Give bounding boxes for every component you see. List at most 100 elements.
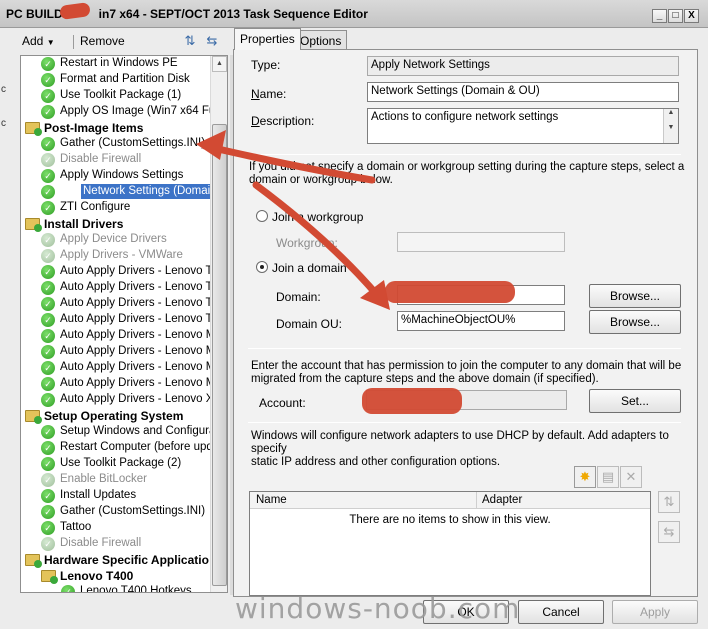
- workgroup-radio-label[interactable]: Join a workgroup: [272, 210, 363, 224]
- move-up-icon[interactable]: ⇅: [182, 33, 198, 49]
- type-label: Type:: [251, 58, 281, 72]
- tree-item-label: Gather (CustomSettings.INI): [60, 137, 206, 149]
- tree-item[interactable]: ✓ Network Settings (Domain & OU: [21, 184, 227, 200]
- tree-item[interactable]: ✓ Disable Firewall: [21, 536, 209, 552]
- tree-item-label: Enable BitLocker: [60, 473, 147, 485]
- workgroup-label: Workgroup:: [276, 236, 338, 250]
- set-account-button[interactable]: Set...: [589, 389, 681, 413]
- maximize-button[interactable]: □: [668, 9, 683, 23]
- adapter-list[interactable]: Name Adapter There are no items to show …: [249, 491, 651, 596]
- tree-item[interactable]: ✓ Auto Apply Drivers - Lenovo M: [21, 328, 215, 344]
- tree-item-label: Install Updates: [60, 489, 137, 501]
- adapter-properties-icon[interactable]: ▤: [597, 466, 619, 488]
- tree-item[interactable]: ✓ ZTI Configure: [21, 200, 209, 216]
- tree-item-label: Restart Computer (before upda: [60, 441, 220, 453]
- tree-item[interactable]: ✓ Enable BitLocker: [21, 472, 209, 488]
- tree-item[interactable]: ✓ Use Toolkit Package (2): [21, 456, 209, 472]
- tree-item[interactable]: ✓ Apply OS Image (Win7 x64 Ful: [21, 104, 218, 120]
- tree-item[interactable]: ✓ Apply Device Drivers: [21, 232, 209, 248]
- tree-item[interactable]: ✓ Auto Apply Drivers - Lenovo X2: [21, 392, 220, 408]
- tree-group[interactable]: Post-Image Items: [21, 120, 209, 136]
- tree-group[interactable]: Install Drivers: [21, 216, 209, 232]
- checkmark-icon: ✓: [41, 169, 55, 183]
- empty-list-message: There are no items to show in this view.: [349, 514, 551, 526]
- tree-item-label: Auto Apply Drivers - Lenovo T4: [60, 297, 219, 309]
- tree-item[interactable]: ✓ Auto Apply Drivers - Lenovo M: [21, 360, 215, 376]
- tree-group[interactable]: Setup Operating System: [21, 408, 209, 424]
- description-scrollbar[interactable]: ▲ ▼: [663, 109, 678, 143]
- tree-item-label: Apply Windows Settings: [60, 169, 184, 181]
- domain-radio-label[interactable]: Join a domain: [272, 261, 347, 275]
- scroll-thumb[interactable]: [212, 124, 227, 586]
- workgroup-radio[interactable]: [256, 210, 268, 222]
- checkmark-icon: ✓: [41, 361, 55, 375]
- tree-item[interactable]: ✓ Lenovo T400 Hotkeys: [21, 584, 209, 592]
- tree-item[interactable]: ✓ Gather (CustomSettings.INI): [21, 504, 209, 520]
- checkmark-icon: ✓: [41, 505, 55, 519]
- domain-ou-input[interactable]: %MachineObjectOU%: [397, 311, 565, 331]
- tree-item[interactable]: ✓ Auto Apply Drivers - Lenovo T4: [21, 264, 219, 280]
- tree-item[interactable]: ✓ Gather (CustomSettings.INI): [21, 136, 209, 152]
- tree-item[interactable]: ✓ Auto Apply Drivers - Lenovo M: [21, 376, 215, 392]
- tree-group[interactable]: Hardware Specific Applicatio: [21, 552, 209, 568]
- checkmark-icon: ✓: [41, 57, 55, 71]
- tab-properties[interactable]: Properties: [234, 28, 301, 50]
- tree-item[interactable]: ✓ Apply Drivers - VMWare: [21, 248, 209, 264]
- column-divider[interactable]: [476, 492, 477, 509]
- add-button[interactable]: Add ▼: [22, 34, 55, 48]
- tree-item-label: Restart in Windows PE: [60, 57, 178, 69]
- name-input[interactable]: Network Settings (Domain & OU): [367, 82, 679, 102]
- tree-item[interactable]: ✓ Setup Windows and Configura: [21, 424, 215, 440]
- column-header-adapter[interactable]: Adapter: [482, 494, 522, 506]
- tree-item-label: Setup Windows and Configura: [60, 425, 216, 437]
- divider: [248, 348, 681, 349]
- tree-item[interactable]: ✓ Restart Computer (before upda: [21, 440, 219, 456]
- column-header-name[interactable]: Name: [256, 494, 287, 506]
- new-adapter-icon[interactable]: ✸: [574, 466, 596, 488]
- checkmark-icon: ✓: [41, 265, 55, 279]
- tree-scrollbar[interactable]: ▲: [210, 56, 227, 592]
- tree-item-label: Auto Apply Drivers - Lenovo X2: [60, 393, 220, 405]
- minimize-button[interactable]: _: [652, 9, 667, 23]
- tree-item[interactable]: ✓ Restart in Windows PE: [21, 56, 209, 72]
- tree-item[interactable]: ✓ Auto Apply Drivers - Lenovo T4: [21, 280, 219, 296]
- tree-item[interactable]: ✓ Install Updates: [21, 488, 209, 504]
- workgroup-input[interactable]: [397, 232, 565, 252]
- apply-button[interactable]: Apply: [612, 600, 698, 624]
- name-label: Name:: [251, 87, 287, 101]
- description-text: Actions to configure network settings: [371, 111, 559, 123]
- description-textarea[interactable]: Actions to configure network settings ▲ ▼: [367, 108, 679, 144]
- tree-item-label: Apply Device Drivers: [60, 233, 167, 245]
- tree-item-label: Auto Apply Drivers - Lenovo M: [60, 345, 216, 357]
- tree-item[interactable]: ✓ Auto Apply Drivers - Lenovo T4: [21, 296, 219, 312]
- task-sequence-tree[interactable]: ✓ Restart in Windows PE ✓ Format and Partit…: [20, 55, 228, 593]
- tree-item[interactable]: ✓ Apply Windows Settings: [21, 168, 209, 184]
- edge-text: c: [1, 118, 6, 129]
- checkmark-icon: ✓: [41, 249, 55, 263]
- adapter-move-up-icon[interactable]: ⇅: [658, 491, 680, 513]
- browse-ou-button[interactable]: Browse...: [589, 310, 681, 334]
- adapter-move-down-icon[interactable]: ⇆: [658, 521, 680, 543]
- tree-item[interactable]: ✓ Auto Apply Drivers - Lenovo T4: [21, 312, 219, 328]
- domain-radio[interactable]: [256, 261, 268, 273]
- remove-button[interactable]: Remove: [80, 34, 125, 48]
- checkmark-icon: ✓: [41, 89, 55, 103]
- move-down-icon[interactable]: ⇆: [204, 33, 220, 49]
- delete-adapter-icon[interactable]: ✕: [620, 466, 642, 488]
- cancel-button[interactable]: Cancel: [518, 600, 604, 624]
- close-button[interactable]: X: [684, 9, 699, 23]
- tree-item-label: Setup Operating System: [44, 409, 184, 423]
- checkmark-icon: ✓: [41, 153, 55, 167]
- tree-item-label: Gather (CustomSettings.INI): [60, 505, 206, 517]
- tree-item[interactable]: ✓ Format and Partition Disk: [21, 72, 209, 88]
- tab-options[interactable]: Options: [294, 30, 348, 50]
- browse-domain-button[interactable]: Browse...: [589, 284, 681, 308]
- tree-item[interactable]: ✓ Use Toolkit Package (1): [21, 88, 209, 104]
- scroll-up-arrow-icon[interactable]: ▲: [212, 56, 227, 72]
- description-label: Description:: [251, 114, 315, 128]
- checkmark-icon: ✓: [41, 297, 55, 311]
- tree-group[interactable]: Lenovo T400: [21, 568, 209, 584]
- tree-item[interactable]: ✓ Tattoo: [21, 520, 209, 536]
- tree-item[interactable]: ✓ Disable Firewall: [21, 152, 209, 168]
- tree-item[interactable]: ✓ Auto Apply Drivers - Lenovo M: [21, 344, 215, 360]
